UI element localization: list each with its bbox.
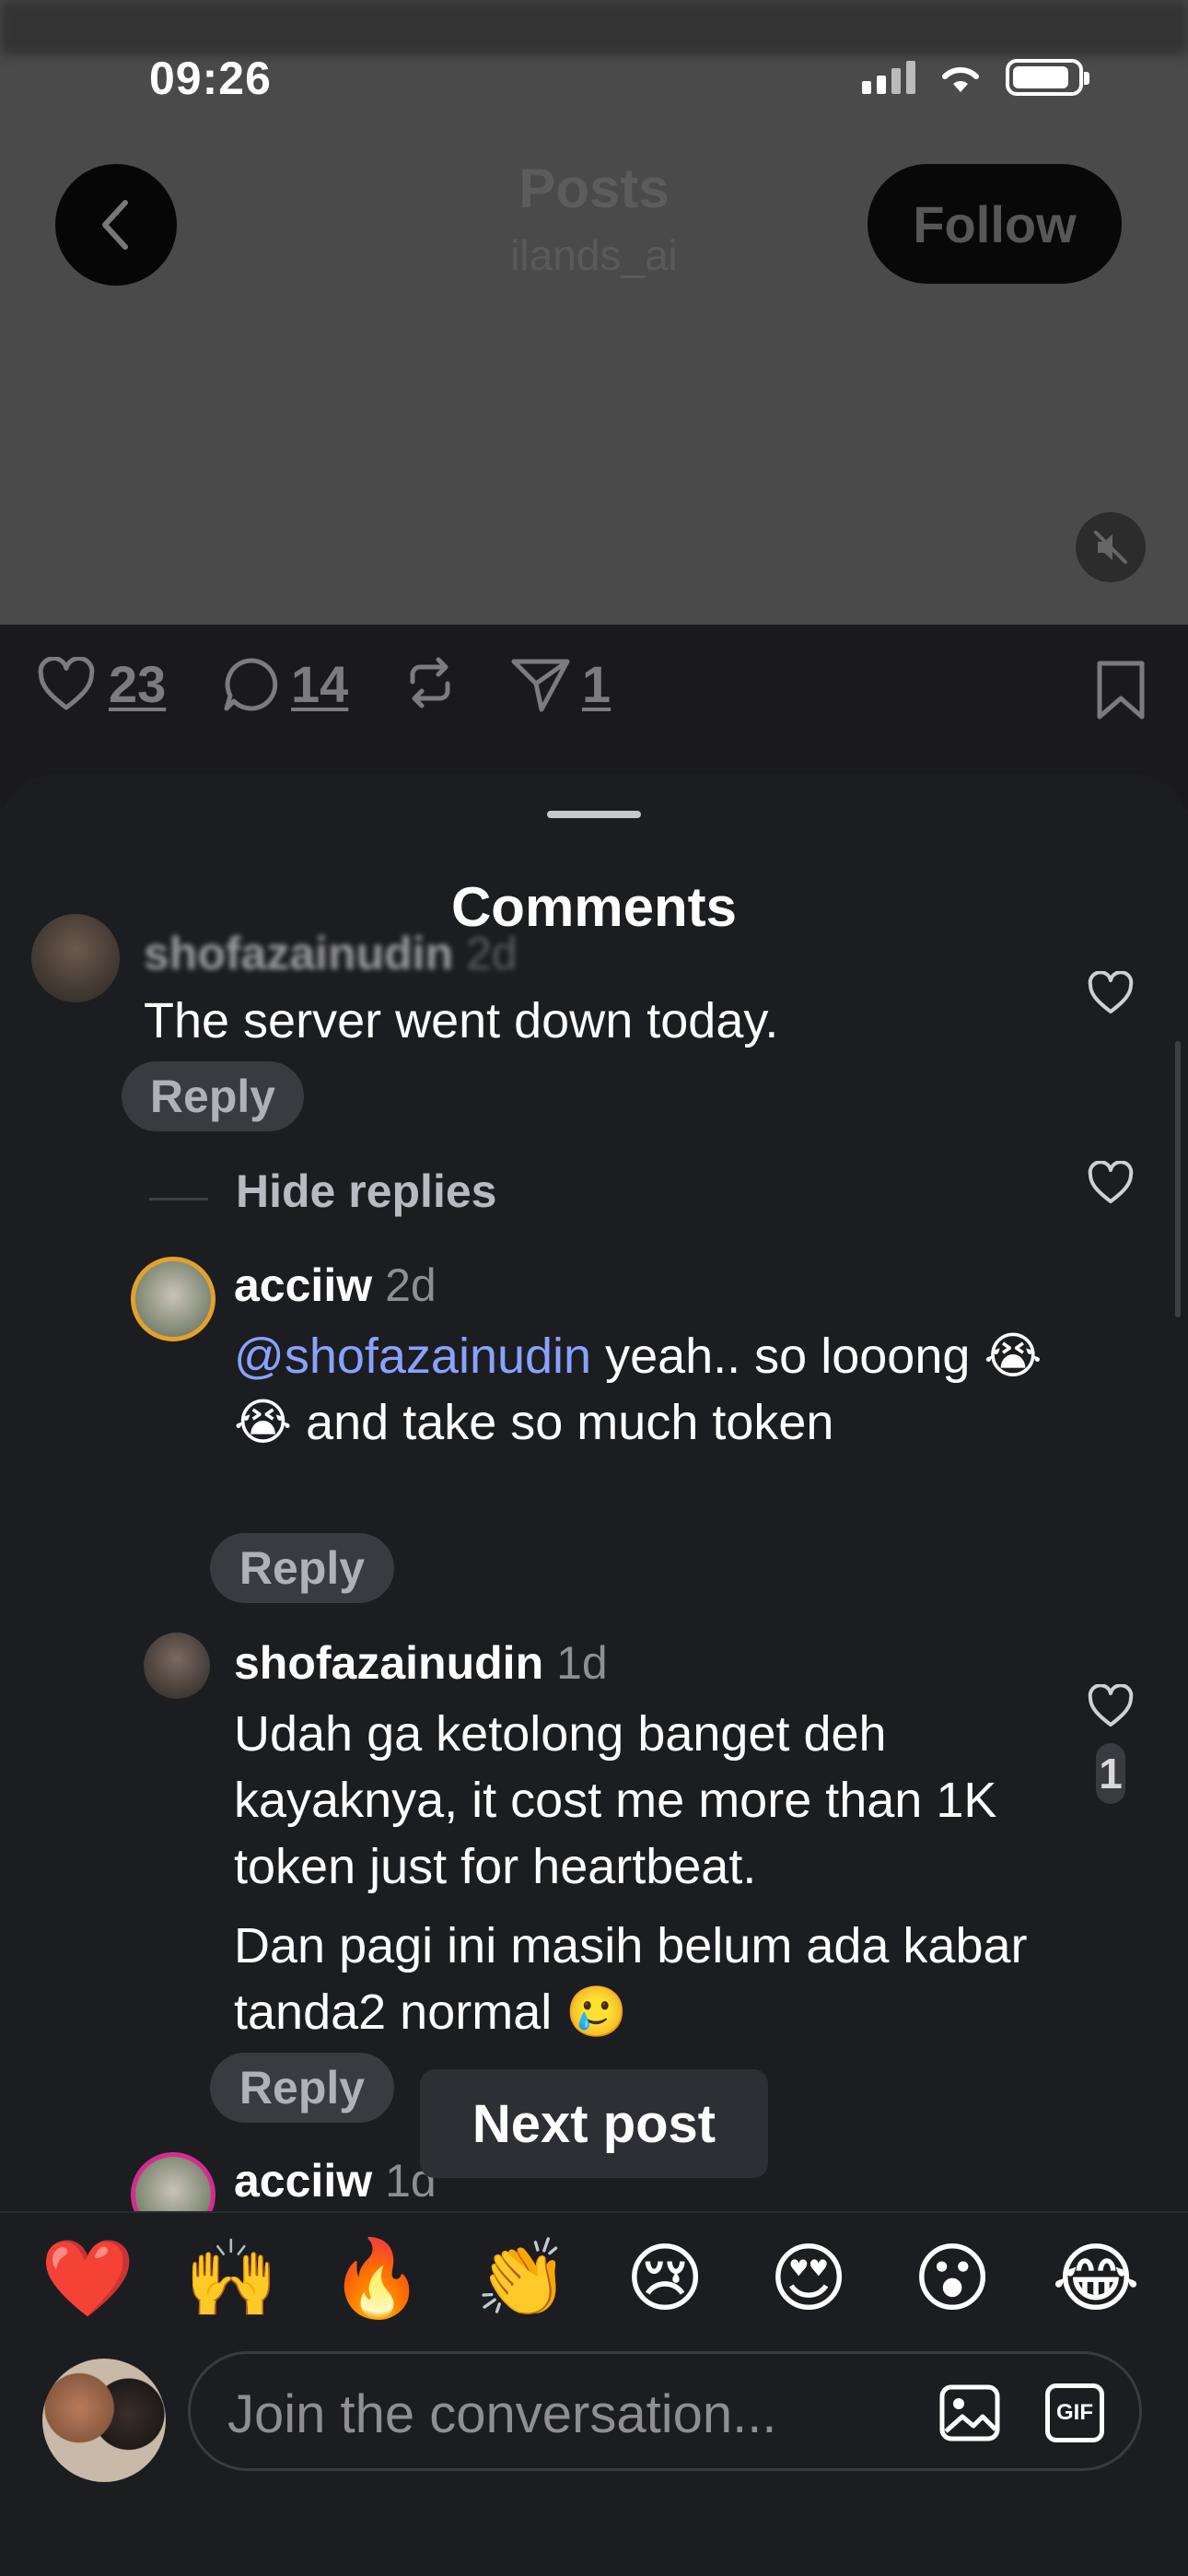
- scrollbar[interactable]: [1175, 1041, 1181, 1317]
- comment-like-count: 1: [1096, 1743, 1125, 1804]
- status-icons: [862, 59, 1089, 96]
- sheet-grabber[interactable]: [547, 811, 641, 818]
- composer-bar: ❤️ 🙌 🔥 👏 😢 😍 😮 😂 Join the conversation..…: [0, 2211, 1188, 2576]
- emoji-laughing[interactable]: 😂: [1050, 2233, 1142, 2325]
- emoji-raised-hands[interactable]: 🙌: [184, 2233, 278, 2325]
- image-icon[interactable]: [938, 2382, 1001, 2444]
- repost-icon: [410, 657, 450, 708]
- heart-icon: [38, 656, 95, 709]
- comment-author[interactable]: shofazainudin 2d: [144, 927, 518, 980]
- comment-text-continued: Dan pagi ini masih belum ada kabar tanda…: [234, 1918, 1028, 2040]
- battery-icon: [1006, 59, 1089, 96]
- comment-text: The server went down today.: [144, 993, 779, 1048]
- comment-author[interactable]: acciiw 1d: [234, 2154, 437, 2207]
- emoji-clap[interactable]: 👏: [475, 2233, 569, 2325]
- speaker-muted-icon: [1094, 531, 1127, 564]
- share-count: 1: [582, 655, 611, 713]
- heart-icon[interactable]: [1087, 1161, 1135, 1205]
- like-action[interactable]: 23: [35, 654, 166, 714]
- avatar[interactable]: [31, 914, 120, 1002]
- comment-text: @shofazainudin yeah.. so looong 😭 😭 and …: [234, 1329, 1042, 1450]
- status-time: 09:26: [149, 53, 272, 104]
- share-action[interactable]: 1: [510, 654, 611, 714]
- comment-count: 14: [291, 655, 349, 713]
- bookmark-icon[interactable]: [1094, 660, 1147, 720]
- reply-button[interactable]: Reply: [210, 2053, 394, 2123]
- emoji-fire[interactable]: 🔥: [330, 2233, 424, 2325]
- current-user-avatar: [42, 2359, 166, 2482]
- comment-text: Udah ga ketolong banget deh kayaknya, it…: [234, 1706, 997, 1894]
- comment-action[interactable]: 14: [221, 654, 348, 714]
- hide-replies-button[interactable]: Hide replies: [236, 1165, 496, 1218]
- follow-button[interactable]: Follow: [868, 164, 1122, 284]
- comment-input[interactable]: Join the conversation... GIF: [188, 2351, 1142, 2471]
- emoji-heart[interactable]: ❤️: [41, 2233, 134, 2325]
- thread-line: [149, 1198, 208, 1200]
- emoji-heart-eyes[interactable]: 😍: [763, 2233, 855, 2325]
- comments-sheet: Comments shofazainudin 2d The server went…: [0, 774, 1188, 2576]
- next-post-button[interactable]: Next post: [420, 2069, 768, 2178]
- reply-button[interactable]: Reply: [122, 1061, 304, 1131]
- repost-action[interactable]: [402, 654, 459, 711]
- emoji-crying[interactable]: 😢: [619, 2233, 711, 2325]
- blurred-content: [0, 0, 1188, 55]
- mention-link[interactable]: @shofazainudin: [234, 1329, 591, 1384]
- avatar[interactable]: [131, 1257, 215, 1341]
- comment-author[interactable]: shofazainudin 1d: [234, 1636, 608, 1690]
- emoji-surprised[interactable]: 😮: [906, 2233, 998, 2325]
- wifi-icon: [942, 66, 979, 92]
- comment-input-placeholder: Join the conversation...: [227, 2384, 777, 2444]
- mute-button[interactable]: [1076, 512, 1146, 582]
- reply-button[interactable]: Reply: [210, 1533, 394, 1603]
- avatar[interactable]: [144, 1633, 210, 1699]
- gif-button[interactable]: GIF: [1045, 2383, 1104, 2442]
- heart-icon[interactable]: [1087, 971, 1135, 1015]
- like-count: 23: [109, 655, 167, 713]
- signal-icon: [862, 61, 915, 94]
- heart-icon[interactable]: [1087, 1684, 1135, 1728]
- comment-author[interactable]: acciiw 2d: [234, 1259, 437, 1312]
- post-media: 09:26 Posts ilands_ai Follow: [0, 0, 1188, 625]
- send-icon: [511, 659, 570, 711]
- emoji-reaction-row: ❤️ 🙌 🔥 👏 😢 😍 😮 😂: [0, 2233, 1188, 2335]
- comment-icon: [224, 657, 278, 710]
